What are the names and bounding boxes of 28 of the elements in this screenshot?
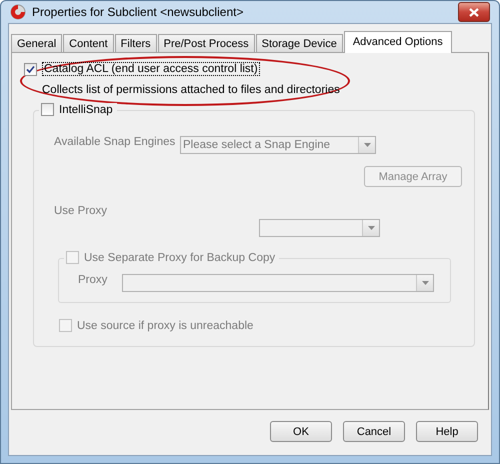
checkbox-label: Catalog ACL (end user access control list) <box>42 62 260 76</box>
checkbox-label: Use Separate Proxy for Backup Copy <box>84 252 276 264</box>
dialog-button[interactable]: Help <box>416 421 478 442</box>
close-button[interactable] <box>458 2 490 22</box>
window-title: Properties for Subclient <newsubclient> <box>32 5 244 19</box>
dialog-button[interactable]: Cancel <box>343 421 405 442</box>
description-text: Collects list of permissions attached to files and directories <box>42 84 341 96</box>
dropdown-arrow-icon <box>364 143 370 147</box>
tab[interactable]: Storage Device <box>256 34 343 52</box>
field-label: Proxy <box>78 274 108 286</box>
dropdown-arrow-icon <box>422 281 428 285</box>
checkbox[interactable] <box>41 103 54 116</box>
tab[interactable]: General <box>11 34 62 52</box>
app-logo-icon <box>10 4 26 20</box>
dropdown[interactable] <box>259 219 380 237</box>
tab[interactable]: Advanced Options <box>344 31 452 53</box>
tab[interactable]: Pre/Post Process <box>158 34 255 52</box>
dialog-button[interactable]: OK <box>270 421 332 442</box>
field-label: Available Snap Engines <box>54 136 176 148</box>
checkbox[interactable] <box>24 62 37 76</box>
checkbox-label: Use source if proxy is unreachable <box>77 320 254 332</box>
tab[interactable]: Filters <box>114 34 157 52</box>
tab[interactable]: Content <box>63 34 114 52</box>
close-icon <box>469 8 479 16</box>
dropdown-arrow-icon <box>368 226 374 230</box>
dropdown[interactable] <box>122 274 434 292</box>
field-label: Use Proxy <box>54 205 108 217</box>
checkbox-label: IntelliSnap <box>59 104 113 116</box>
